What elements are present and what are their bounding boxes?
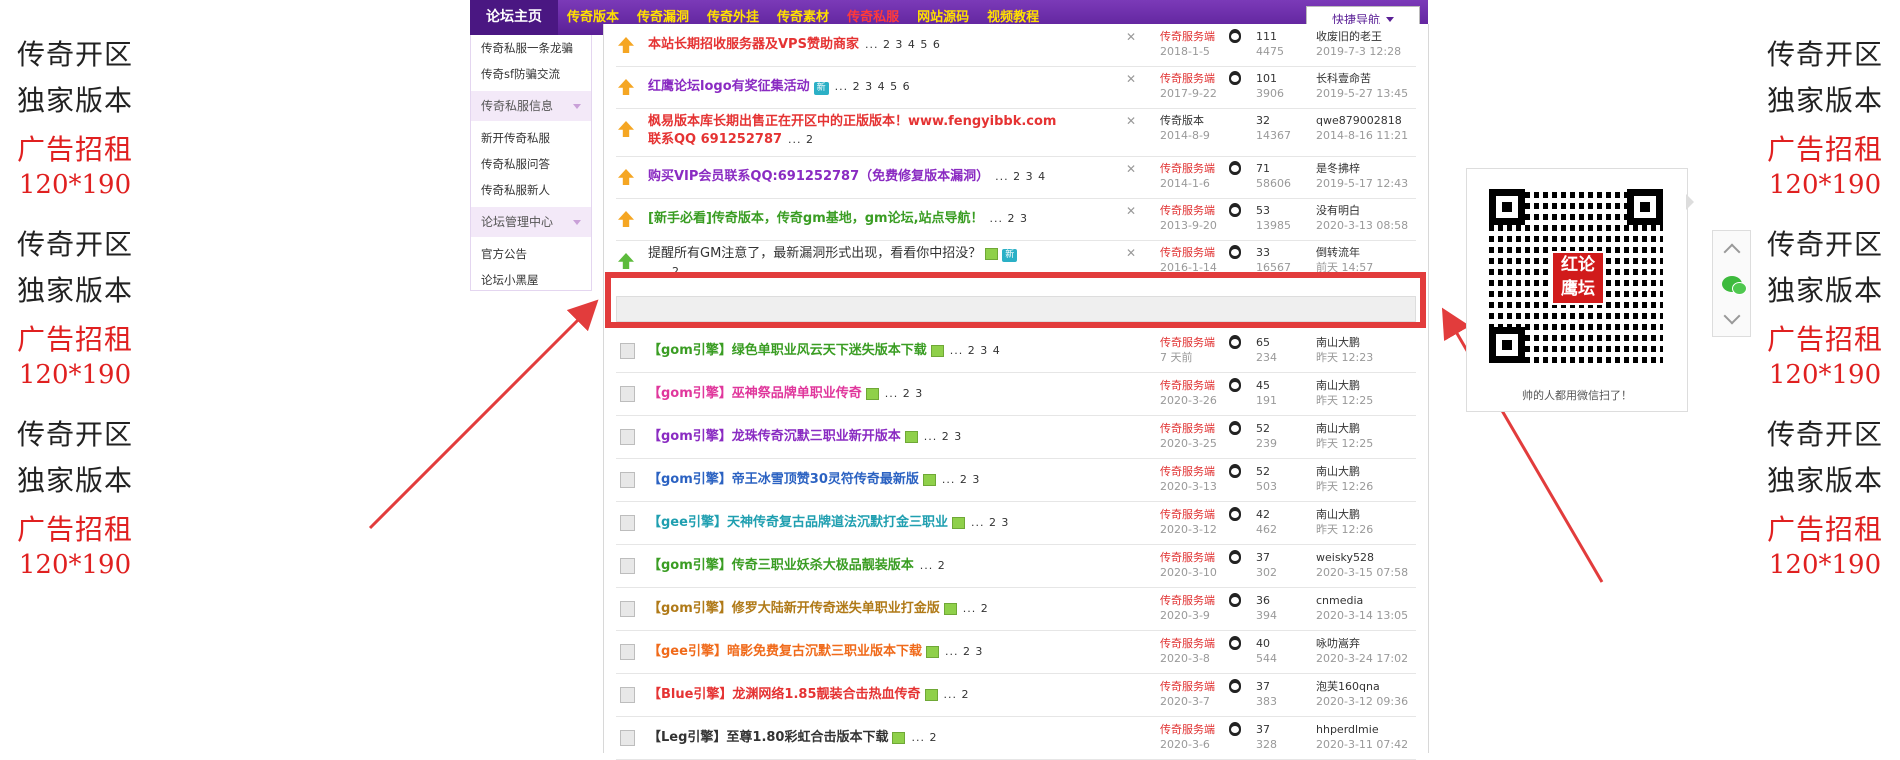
qr-caption: 帅的人都用微信扫了！ bbox=[1522, 389, 1632, 402]
scroll-down-button[interactable] bbox=[1713, 301, 1750, 336]
qr-code: 红论鹰坛 bbox=[1489, 189, 1663, 363]
chevron-down-icon bbox=[1723, 307, 1740, 324]
qr-finder bbox=[1489, 189, 1525, 225]
qr-finder bbox=[1627, 189, 1663, 225]
qr-pointer-icon bbox=[1686, 194, 1694, 210]
qr-finder bbox=[1489, 327, 1525, 363]
scroll-up-button[interactable] bbox=[1713, 231, 1750, 266]
arrow-left bbox=[368, 299, 599, 530]
side-toolbar bbox=[1712, 230, 1751, 337]
wechat-button[interactable] bbox=[1713, 266, 1750, 301]
qr-logo: 红论鹰坛 bbox=[1551, 251, 1605, 305]
wechat-icon bbox=[1721, 275, 1747, 295]
chevron-up-icon bbox=[1723, 243, 1740, 260]
wechat-qr-panel: 红论鹰坛 帅的人都用微信扫了！ bbox=[1466, 168, 1688, 412]
